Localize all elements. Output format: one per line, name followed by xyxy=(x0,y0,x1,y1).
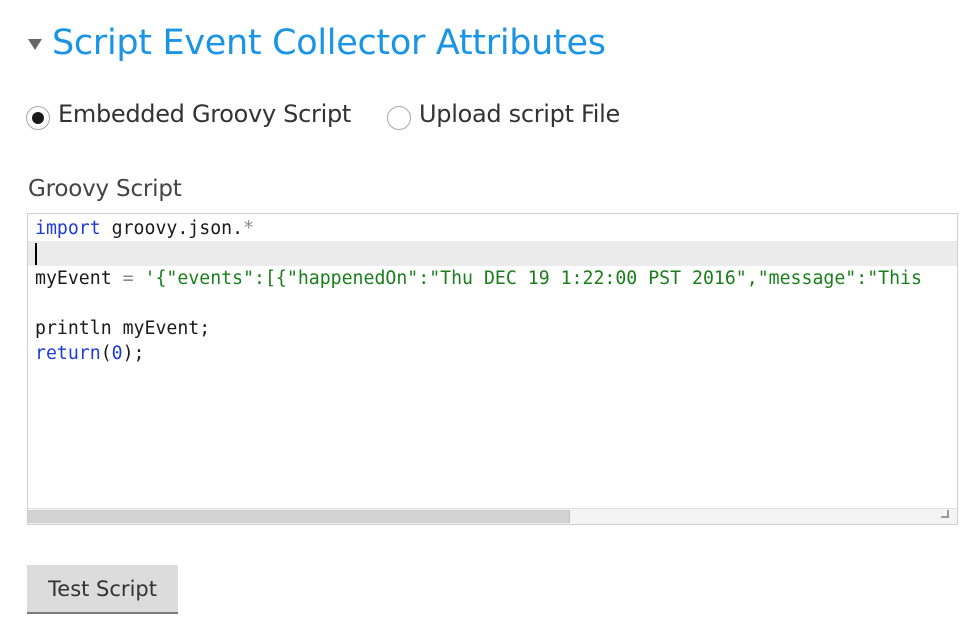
groovy-script-editor[interactable]: import groovy.json.* myEvent = '{"events"… xyxy=(27,213,958,525)
code-token: import xyxy=(35,218,101,239)
code-line[interactable] xyxy=(28,291,957,316)
radio-label: Upload script File xyxy=(419,100,620,128)
code-token: return xyxy=(35,343,101,364)
code-token: '{"events":[{"happenedOn":"Thu DEC 19 1:… xyxy=(144,268,922,289)
code-token: = xyxy=(122,268,134,289)
radio-button[interactable] xyxy=(387,106,411,130)
code-token: * xyxy=(243,218,255,239)
radio-upload-script-file[interactable]: Upload script File xyxy=(387,98,620,130)
groovy-script-label: Groovy Script xyxy=(28,176,182,202)
code-token: println myEvent; xyxy=(35,318,211,339)
code-line[interactable]: println myEvent; xyxy=(28,316,957,341)
section-header[interactable]: Script Event Collector Attributes xyxy=(28,22,606,64)
code-line[interactable] xyxy=(28,241,957,266)
test-script-button[interactable]: Test Script xyxy=(27,565,178,614)
scrollbar-thumb[interactable] xyxy=(28,510,570,523)
text-cursor xyxy=(35,243,37,265)
code-token: ); xyxy=(122,343,145,364)
code-token: groovy.json. xyxy=(100,218,244,239)
code-line[interactable]: myEvent = '{"events":[{"happenedOn":"Thu… xyxy=(28,266,957,291)
horizontal-scrollbar[interactable] xyxy=(28,508,957,524)
code-token: myEvent xyxy=(35,268,123,289)
code-token: 0 xyxy=(111,343,123,364)
radio-button[interactable] xyxy=(26,106,50,130)
radio-label: Embedded Groovy Script xyxy=(58,100,351,128)
code-line[interactable]: import groovy.json.* xyxy=(28,216,957,241)
radio-embedded-groovy-script[interactable]: Embedded Groovy Script xyxy=(26,98,351,130)
code-token: ( xyxy=(100,343,112,364)
page: Script Event Collector Attributes Embedd… xyxy=(0,0,975,636)
section-title: Script Event Collector Attributes xyxy=(52,23,606,63)
caret-down-icon[interactable] xyxy=(28,38,42,50)
script-source-radio-group: Embedded Groovy Script Upload script Fil… xyxy=(26,98,656,130)
code-line[interactable]: return(0); xyxy=(28,341,957,366)
resize-handle-icon[interactable] xyxy=(941,510,949,518)
